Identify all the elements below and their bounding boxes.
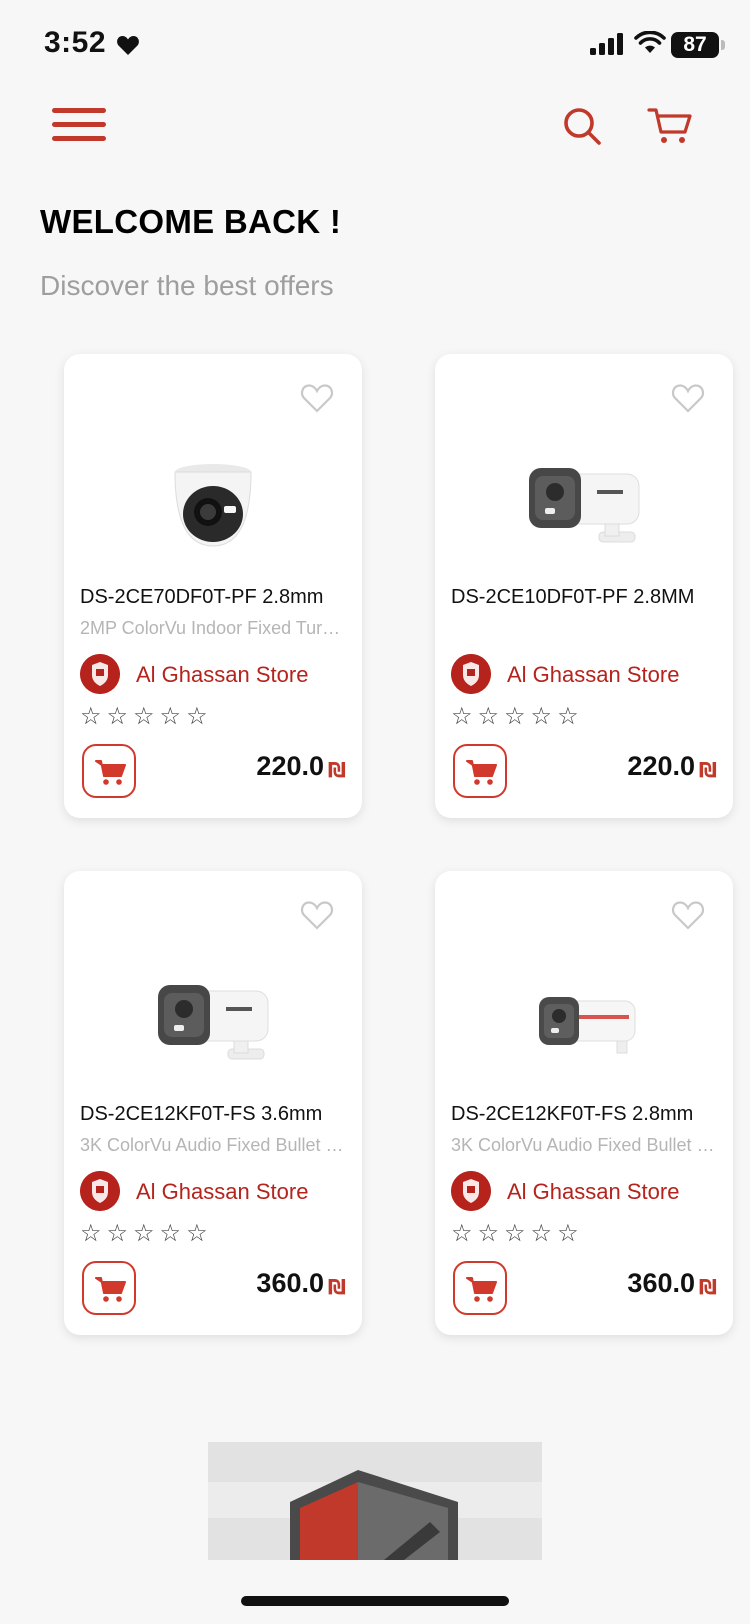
product-card[interactable]: DS-2CE12KF0T-FS 3.6mm 3K ColorVu Audio F… — [64, 871, 362, 1335]
store-logo-icon[interactable] — [451, 654, 491, 694]
shield-logo-image — [208, 1442, 542, 1560]
currency-symbol: ₪ — [698, 1275, 717, 1299]
battery-icon: 87 — [671, 32, 719, 58]
store-logo-icon[interactable] — [80, 1171, 120, 1211]
favorite-heart-icon[interactable] — [671, 899, 705, 931]
product-description: 2MP ColorVu Indoor Fixed Turret Camera — [80, 618, 346, 638]
search-icon[interactable] — [562, 106, 602, 146]
store-name[interactable]: Al Ghassan Store — [507, 662, 679, 688]
status-time: 3:52 — [44, 26, 107, 59]
store-name[interactable]: Al Ghassan Store — [136, 662, 308, 688]
product-card[interactable]: DS-2CE70DF0T-PF 2.8mm 2MP ColorVu Indoor… — [64, 354, 362, 818]
product-name: DS-2CE10DF0T-PF 2.8MM — [451, 586, 695, 608]
battery-tip — [721, 40, 725, 50]
rating-stars: ☆☆☆☆☆ — [80, 1219, 213, 1247]
product-description: 3K ColorVu Audio Fixed Bullet Camera — [80, 1135, 346, 1155]
store-logo-icon[interactable] — [451, 1171, 491, 1211]
product-description: 3K ColorVu Audio Fixed Bullet Camera — [451, 1135, 717, 1155]
favorite-heart-icon[interactable] — [300, 382, 334, 414]
favorite-heart-icon[interactable] — [300, 899, 334, 931]
currency-symbol: ₪ — [698, 758, 717, 782]
cart-icon[interactable] — [647, 106, 693, 146]
product-card[interactable]: DS-2CE12KF0T-FS 2.8mm 3K ColorVu Audio F… — [435, 871, 733, 1335]
store-name[interactable]: Al Ghassan Store — [507, 1179, 679, 1205]
hamburger-menu-icon[interactable] — [52, 108, 108, 148]
add-to-cart-button[interactable] — [453, 744, 507, 798]
rating-stars: ☆☆☆☆☆ — [451, 702, 584, 730]
product-name: DS-2CE70DF0T-PF 2.8mm — [80, 586, 324, 608]
product-price: 220.0 — [627, 751, 695, 781]
promo-banner[interactable] — [208, 1442, 542, 1560]
wifi-icon — [634, 31, 666, 53]
product-price: 360.0 — [627, 1268, 695, 1298]
product-name: DS-2CE12KF0T-FS 3.6mm — [80, 1103, 323, 1125]
rating-stars: ☆☆☆☆☆ — [451, 1219, 584, 1247]
bullet-camera-image — [529, 468, 640, 543]
favorite-heart-icon[interactable] — [671, 382, 705, 414]
rating-stars: ☆☆☆☆☆ — [80, 702, 213, 730]
store-name[interactable]: Al Ghassan Store — [136, 1179, 308, 1205]
page-subtitle: Discover the best offers — [40, 270, 334, 301]
cellular-signal-icon — [590, 33, 623, 55]
add-to-cart-button[interactable] — [453, 1261, 507, 1315]
bullet-camera-image — [158, 985, 269, 1060]
page-title: WELCOME BACK ! — [40, 203, 342, 240]
currency-symbol: ₪ — [327, 758, 346, 782]
product-price: 360.0 — [256, 1268, 324, 1298]
bullet-camera-image — [539, 997, 636, 1054]
status-bar: 3:52 87 — [0, 0, 750, 90]
add-to-cart-button[interactable] — [82, 1261, 136, 1315]
turret-camera-image — [174, 464, 252, 547]
home-indicator — [241, 1596, 509, 1606]
cart-icon — [95, 1277, 126, 1302]
heart-icon — [117, 36, 139, 55]
cart-icon — [466, 760, 497, 785]
currency-symbol: ₪ — [327, 1275, 346, 1299]
store-logo-icon[interactable] — [80, 654, 120, 694]
add-to-cart-button[interactable] — [82, 744, 136, 798]
cart-icon — [95, 760, 126, 785]
product-name: DS-2CE12KF0T-FS 2.8mm — [451, 1103, 694, 1125]
cart-icon — [466, 1277, 497, 1302]
product-price: 220.0 — [256, 751, 324, 781]
product-card[interactable]: DS-2CE10DF0T-PF 2.8MM Al Ghassan Store ☆… — [435, 354, 733, 818]
